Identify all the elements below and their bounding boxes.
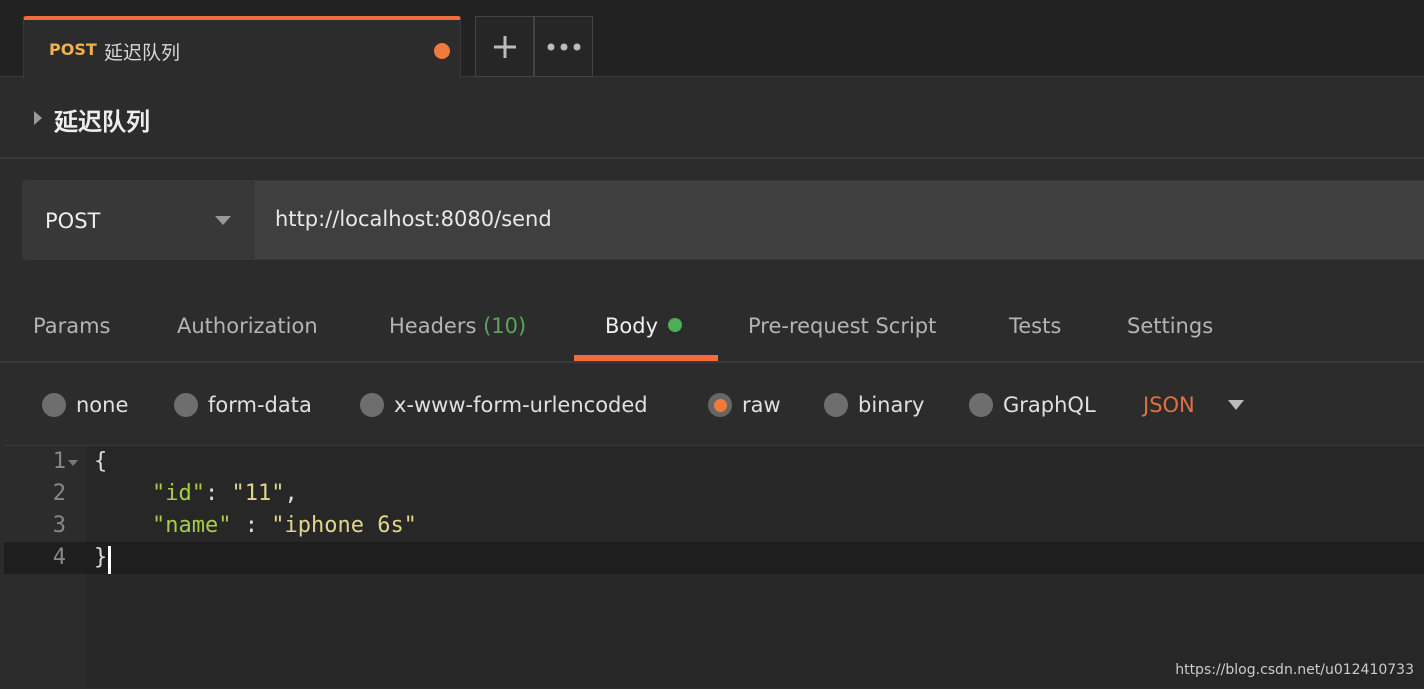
radio-label: none <box>76 393 129 417</box>
radio-raw[interactable]: raw <box>708 393 781 417</box>
watermark: https://blog.csdn.net/u012410733 <box>1175 662 1414 678</box>
json-value: "iphone 6s" <box>271 513 417 538</box>
tab-body[interactable]: Body <box>605 314 683 338</box>
json-value: "11" <box>231 481 285 506</box>
code-line: { <box>94 449 108 474</box>
tab-method: POST <box>49 40 97 59</box>
active-line-highlight <box>4 542 1424 574</box>
tab-title: 延迟队列 <box>104 42 181 64</box>
radio-circle-icon <box>360 393 384 417</box>
radio-circle-icon <box>969 393 993 417</box>
method-value: POST <box>45 209 101 233</box>
unsaved-dot-icon[interactable] <box>434 43 450 59</box>
tab-headers[interactable]: Headers (10) <box>389 314 526 338</box>
more-tabs-button[interactable] <box>534 16 593 77</box>
expand-caret-icon[interactable] <box>34 111 42 125</box>
radio-none[interactable]: none <box>42 393 128 417</box>
text-cursor <box>108 546 111 574</box>
chevron-down-icon <box>215 216 231 225</box>
radio-circle-icon <box>174 393 198 417</box>
json-key: "id" <box>152 481 205 506</box>
url-input[interactable]: http://localhost:8080/send <box>275 207 552 231</box>
active-dot-icon <box>668 318 683 332</box>
line-number: 3 <box>52 513 66 538</box>
json-key: "name" <box>152 513 232 538</box>
request-name[interactable]: 延迟队列 <box>54 102 150 137</box>
line-number: 2 <box>52 481 66 506</box>
radio-label: binary <box>858 393 925 417</box>
chevron-down-icon[interactable] <box>1228 400 1244 410</box>
request-tab[interactable]: POST 延迟队列 <box>23 16 461 78</box>
radio-x-www-form-urlencoded[interactable]: x-www-form-urlencoded <box>360 393 648 417</box>
request-tabs: Params Authorization Headers (10) Body P… <box>0 282 1424 363</box>
radio-form-data[interactable]: form-data <box>174 393 312 417</box>
url-bar: POST http://localhost:8080/send <box>22 180 1424 260</box>
radio-circle-icon <box>824 393 848 417</box>
radio-binary[interactable]: binary <box>824 393 924 417</box>
code-line: "name" : "iphone 6s" <box>152 510 417 542</box>
code-line: } <box>94 545 108 570</box>
format-select[interactable]: JSON <box>1143 393 1195 417</box>
json-sep: : <box>204 481 232 506</box>
ellipsis-icon <box>547 43 580 50</box>
tab-headers-label: Headers <box>389 314 477 338</box>
radio-label: form-data <box>208 393 312 417</box>
code-line: "id": "11", <box>152 478 298 510</box>
radio-label: raw <box>742 393 781 417</box>
request-title-row: 延迟队列 <box>0 78 1424 159</box>
new-tab-button[interactable] <box>475 16 534 77</box>
radio-selected-icon <box>708 393 732 417</box>
tab-params[interactable]: Params <box>33 314 111 338</box>
tab-settings[interactable]: Settings <box>1127 314 1213 338</box>
tab-tests[interactable]: Tests <box>1009 314 1061 338</box>
plus-icon <box>493 35 516 58</box>
radio-label: GraphQL <box>1003 393 1096 417</box>
json-sep: : <box>231 513 272 538</box>
method-select[interactable]: POST <box>23 181 254 259</box>
headers-count: (10) <box>483 314 527 338</box>
active-tab-underline <box>574 355 718 361</box>
tab-pre-request-script[interactable]: Pre-request Script <box>748 314 936 338</box>
line-number: 1 <box>52 449 66 474</box>
code-editor[interactable]: 1 2 3 4 { "id": "11", "name" : "iphone 6… <box>4 445 1424 689</box>
fold-caret-icon[interactable] <box>68 460 78 466</box>
line-number: 4 <box>52 545 66 570</box>
radio-circle-icon <box>42 393 66 417</box>
tab-body-label: Body <box>605 314 659 338</box>
radio-label: x-www-form-urlencoded <box>394 393 648 417</box>
tab-authorization[interactable]: Authorization <box>177 314 318 338</box>
json-sep: , <box>284 481 298 506</box>
radio-graphql[interactable]: GraphQL <box>969 393 1096 417</box>
